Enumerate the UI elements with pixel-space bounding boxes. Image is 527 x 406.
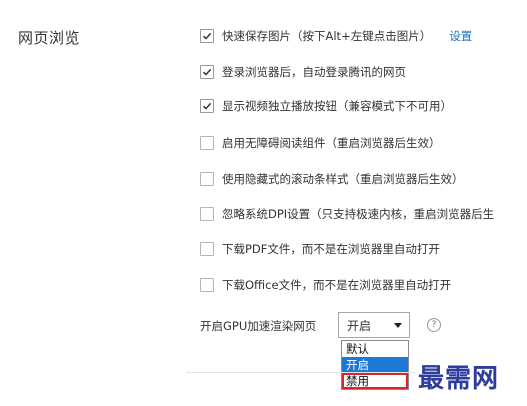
checkbox-ignore-dpi[interactable] [200, 207, 214, 221]
option-label: 显示视频独立播放按钮（兼容模式下不可用） [222, 99, 452, 113]
option-label: 下载PDF文件，而不是在浏览器里自动打开 [222, 242, 440, 256]
checkbox-download-office[interactable] [200, 278, 214, 292]
checkbox-accessibility-reader[interactable] [200, 136, 214, 150]
option-download-pdf: 下载PDF文件，而不是在浏览器里自动打开 [200, 240, 440, 258]
checkmark-icon [202, 32, 212, 40]
section-title-web-browsing: 网页浏览 [18, 29, 81, 47]
option-auto-login-tencent: 登录浏览器后，自动登录腾讯的网页 [200, 63, 406, 81]
checkmark-icon [202, 102, 212, 110]
checkbox-auto-login-tencent[interactable] [200, 65, 214, 79]
option-hidden-scrollbar: 使用隐藏式的滚动条样式（重启浏览器后生效） [200, 170, 464, 188]
option-label: 忽略系统DPI设置（只支持极速内核，重启浏览器后生 [222, 207, 495, 221]
checkbox-quick-save-image[interactable] [200, 29, 214, 43]
option-label: 使用隐藏式的滚动条样式（重启浏览器后生效） [222, 172, 464, 186]
help-icon[interactable]: ? [427, 318, 441, 332]
select-value: 开启 [347, 318, 372, 333]
option-video-play-button: 显示视频独立播放按钮（兼容模式下不可用） [200, 97, 452, 115]
option-label: 快速保存图片（按下Alt+左键点击图片） [222, 29, 432, 43]
checkbox-download-pdf[interactable] [200, 242, 214, 256]
divider [186, 372, 416, 373]
chevron-down-icon [394, 323, 402, 328]
gpu-dropdown-list: 默认 开启 禁用 [341, 340, 409, 390]
dropdown-option-default[interactable]: 默认 [342, 341, 408, 357]
dropdown-option-disable[interactable]: 禁用 [342, 373, 408, 389]
option-download-office: 下载Office文件，而不是在浏览器里自动打开 [200, 276, 451, 294]
checkbox-video-play-button[interactable] [200, 99, 214, 113]
option-label: 登录浏览器后，自动登录腾讯的网页 [222, 65, 406, 79]
option-quick-save-image: 快速保存图片（按下Alt+左键点击图片） 设置 [200, 27, 472, 45]
dropdown-option-on[interactable]: 开启 [342, 357, 408, 373]
checkbox-hidden-scrollbar[interactable] [200, 172, 214, 186]
checkmark-icon [202, 68, 212, 76]
gpu-acceleration-label: 开启GPU加速渲染网页 [200, 319, 317, 333]
option-label: 启用无障碍阅读组件（重启浏览器后生效） [222, 136, 441, 150]
watermark-logo: 最需网 [418, 364, 500, 394]
option-ignore-dpi: 忽略系统DPI设置（只支持极速内核，重启浏览器后生 [200, 205, 494, 223]
option-accessibility-reader: 启用无障碍阅读组件（重启浏览器后生效） [200, 134, 441, 152]
settings-link[interactable]: 设置 [449, 28, 472, 44]
option-label: 下载Office文件，而不是在浏览器里自动打开 [222, 278, 452, 292]
gpu-acceleration-select[interactable]: 开启 [338, 312, 410, 338]
